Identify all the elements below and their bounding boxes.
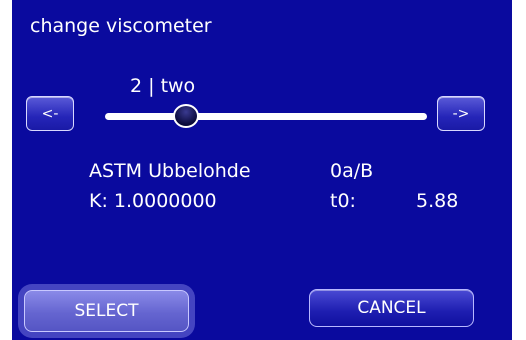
t0-value: 5.88 [416,190,459,212]
screen-title: change viscometer [30,15,212,37]
viscometer-screen: change viscometer 2 | two <- -> ASTM Ubb… [12,0,512,340]
select-button[interactable]: SELECT [24,290,189,332]
viscometer-slider-track[interactable] [105,113,427,120]
viscometer-slider-thumb[interactable] [172,104,199,128]
viscometer-code: 0a/B [330,160,374,182]
viscometer-name: ASTM Ubbelohde [89,160,251,182]
t0-label: t0: [330,190,356,212]
k-constant: K: 1.0000000 [89,190,217,212]
cancel-button[interactable]: CANCEL [309,289,474,327]
next-button[interactable]: -> [437,96,485,131]
previous-button[interactable]: <- [26,96,74,131]
selected-viscometer-label: 2 | two [130,75,196,97]
